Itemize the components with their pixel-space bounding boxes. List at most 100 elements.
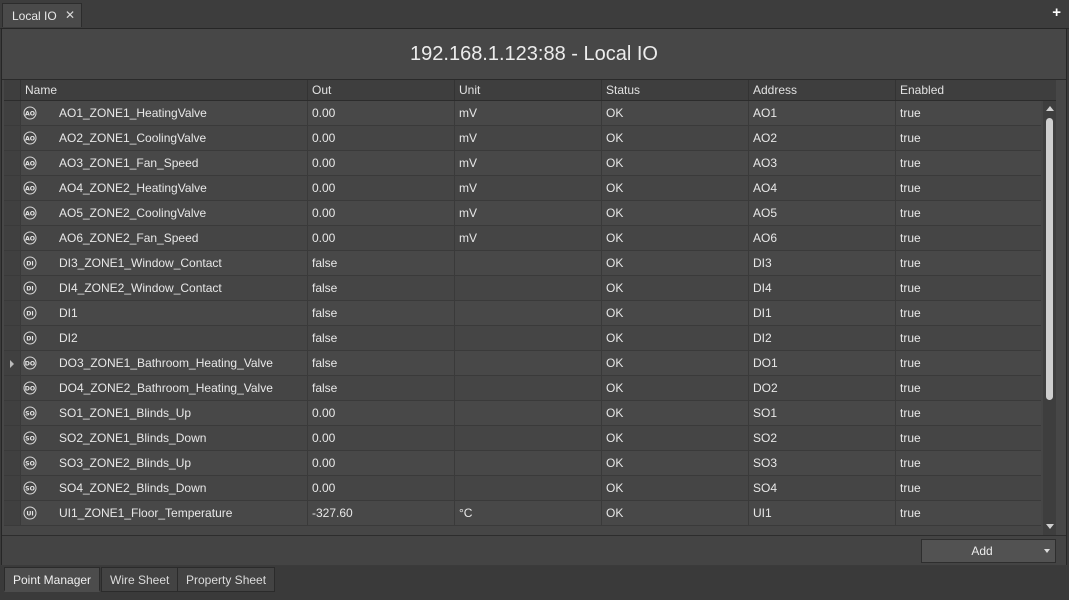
point-type-ao-icon: AO <box>23 206 37 220</box>
scroll-thumb[interactable] <box>1046 118 1053 400</box>
cell-enabled: true <box>895 226 1043 250</box>
cell-enabled: true <box>895 451 1043 475</box>
row-header[interactable] <box>4 276 21 300</box>
column-header-address[interactable]: Address <box>748 80 895 100</box>
add-button[interactable]: Add <box>921 539 1056 563</box>
cell-enabled: true <box>895 101 1043 125</box>
column-header-enabled[interactable]: Enabled <box>895 80 1043 100</box>
cell-status: OK <box>601 276 748 300</box>
cell-name: AO5_ZONE2_CoolingValve <box>20 201 307 225</box>
cell-status: OK <box>601 101 748 125</box>
cell-address: DO1 <box>748 351 895 375</box>
cell-address: AO6 <box>748 226 895 250</box>
points-table: Name Out Unit Status Address Enabled AO1… <box>4 80 1056 535</box>
add-button-label: Add <box>971 544 993 558</box>
table-row[interactable]: DI1 false OK DI1 true DI <box>4 301 1041 326</box>
row-header[interactable] <box>4 326 21 350</box>
column-header-name[interactable]: Name <box>20 80 307 100</box>
svg-text:SO: SO <box>25 485 35 492</box>
cell-status: OK <box>601 176 748 200</box>
cell-out: false <box>307 326 454 350</box>
cell-unit: mV <box>454 176 601 200</box>
row-selected-marker-icon <box>10 360 14 368</box>
row-header[interactable] <box>4 301 21 325</box>
cell-name: DI3_ZONE1_Window_Contact <box>20 251 307 275</box>
table-row[interactable]: AO5_ZONE2_CoolingValve 0.00 mV OK AO5 true AO <box>4 201 1041 226</box>
table-row[interactable]: SO1_ZONE1_Blinds_Up 0.00 OK SO1 true SO <box>4 401 1041 426</box>
row-header[interactable] <box>4 476 21 500</box>
row-header[interactable] <box>4 376 21 400</box>
cell-name: AO2_ZONE1_CoolingValve <box>20 126 307 150</box>
tab-property-sheet[interactable]: Property Sheet <box>177 567 276 592</box>
cell-unit: °C <box>454 501 601 525</box>
cell-enabled: true <box>895 176 1043 200</box>
cell-address: DI3 <box>748 251 895 275</box>
svg-text:SO: SO <box>25 435 35 442</box>
table-row[interactable]: DI3_ZONE1_Window_Contact false OK DI3 true DI <box>4 251 1041 276</box>
row-header[interactable] <box>4 351 21 375</box>
table-row[interactable]: AO6_ZONE2_Fan_Speed 0.00 mV OK AO6 true AO <box>4 226 1041 251</box>
svg-text:SO: SO <box>25 460 35 467</box>
table-row[interactable]: AO2_ZONE1_CoolingValve 0.00 mV OK AO2 true AO <box>4 126 1041 151</box>
cell-unit: mV <box>454 201 601 225</box>
column-header-out[interactable]: Out <box>307 80 454 100</box>
table-row[interactable]: DO3_ZONE1_Bathroom_Heating_Valve false OK D… <box>4 351 1041 376</box>
close-icon[interactable]: ✕ <box>65 8 75 22</box>
cell-unit <box>454 451 601 475</box>
cell-name: AO3_ZONE1_Fan_Speed <box>20 151 307 175</box>
table-header: Name Out Unit Status Address Enabled <box>4 80 1056 101</box>
row-header[interactable] <box>4 201 21 225</box>
scroll-up-arrow-icon[interactable] <box>1046 106 1054 111</box>
tab-point-manager[interactable]: Point Manager <box>4 567 101 592</box>
table-row[interactable]: SO2_ZONE1_Blinds_Down 0.00 OK SO2 true SO <box>4 426 1041 451</box>
view-tabs: Point Manager Wire Sheet Property Sheet <box>0 566 1069 600</box>
cell-name: SO3_ZONE2_Blinds_Up <box>20 451 307 475</box>
table-row[interactable]: AO1_ZONE1_HeatingValve 0.00 mV OK AO1 true AO <box>4 101 1041 126</box>
cell-address: AO3 <box>748 151 895 175</box>
table-row[interactable]: DI2 false OK DI2 true DI <box>4 326 1041 351</box>
row-header[interactable] <box>4 251 21 275</box>
cell-status: OK <box>601 476 748 500</box>
column-header-status[interactable]: Status <box>601 80 748 100</box>
cell-status: OK <box>601 401 748 425</box>
plus-icon[interactable]: + <box>1052 4 1061 21</box>
cell-unit: mV <box>454 101 601 125</box>
cell-address: UI1 <box>748 501 895 525</box>
row-header[interactable] <box>4 226 21 250</box>
tab-wire-sheet[interactable]: Wire Sheet <box>101 567 179 592</box>
point-type-ao-icon: AO <box>23 181 37 195</box>
row-header[interactable] <box>4 426 21 450</box>
table-row[interactable]: DO4_ZONE2_Bathroom_Heating_Valve false OK D… <box>4 376 1041 401</box>
table-row[interactable]: DI4_ZONE2_Window_Contact false OK DI4 true DI <box>4 276 1041 301</box>
point-type-ao-icon: AO <box>23 231 37 245</box>
point-type-ao-icon: AO <box>23 131 37 145</box>
cell-out: 0.00 <box>307 401 454 425</box>
table-row[interactable]: AO3_ZONE1_Fan_Speed 0.00 mV OK AO3 true AO <box>4 151 1041 176</box>
cell-address: AO2 <box>748 126 895 150</box>
cell-out: 0.00 <box>307 226 454 250</box>
row-header[interactable] <box>4 176 21 200</box>
cell-name: DO3_ZONE1_Bathroom_Heating_Valve <box>20 351 307 375</box>
cell-enabled: true <box>895 501 1043 525</box>
table-row[interactable]: SO4_ZONE2_Blinds_Down 0.00 OK SO4 true SO <box>4 476 1041 501</box>
vertical-scrollbar[interactable] <box>1043 101 1056 535</box>
table-row[interactable]: AO4_ZONE2_HeatingValve 0.00 mV OK AO4 true AO <box>4 176 1041 201</box>
cell-address: AO1 <box>748 101 895 125</box>
document-tab-local-io[interactable]: Local IO ✕ <box>2 3 82 27</box>
row-header[interactable] <box>4 501 21 525</box>
point-type-di-icon: DI <box>23 306 37 320</box>
cell-address: AO4 <box>748 176 895 200</box>
row-header[interactable] <box>4 126 21 150</box>
scroll-down-arrow-icon[interactable] <box>1046 524 1054 529</box>
cell-out: 0.00 <box>307 426 454 450</box>
column-header-unit[interactable]: Unit <box>454 80 601 100</box>
dropdown-arrow-icon[interactable] <box>1044 549 1050 553</box>
row-header[interactable] <box>4 101 21 125</box>
row-header[interactable] <box>4 451 21 475</box>
cell-enabled: true <box>895 301 1043 325</box>
row-header[interactable] <box>4 151 21 175</box>
cell-out: -327.60 <box>307 501 454 525</box>
table-row[interactable]: SO3_ZONE2_Blinds_Up 0.00 OK SO3 true SO <box>4 451 1041 476</box>
table-row[interactable]: UI1_ZONE1_Floor_Temperature -327.60 °C OK UI… <box>4 501 1041 526</box>
row-header[interactable] <box>4 401 21 425</box>
